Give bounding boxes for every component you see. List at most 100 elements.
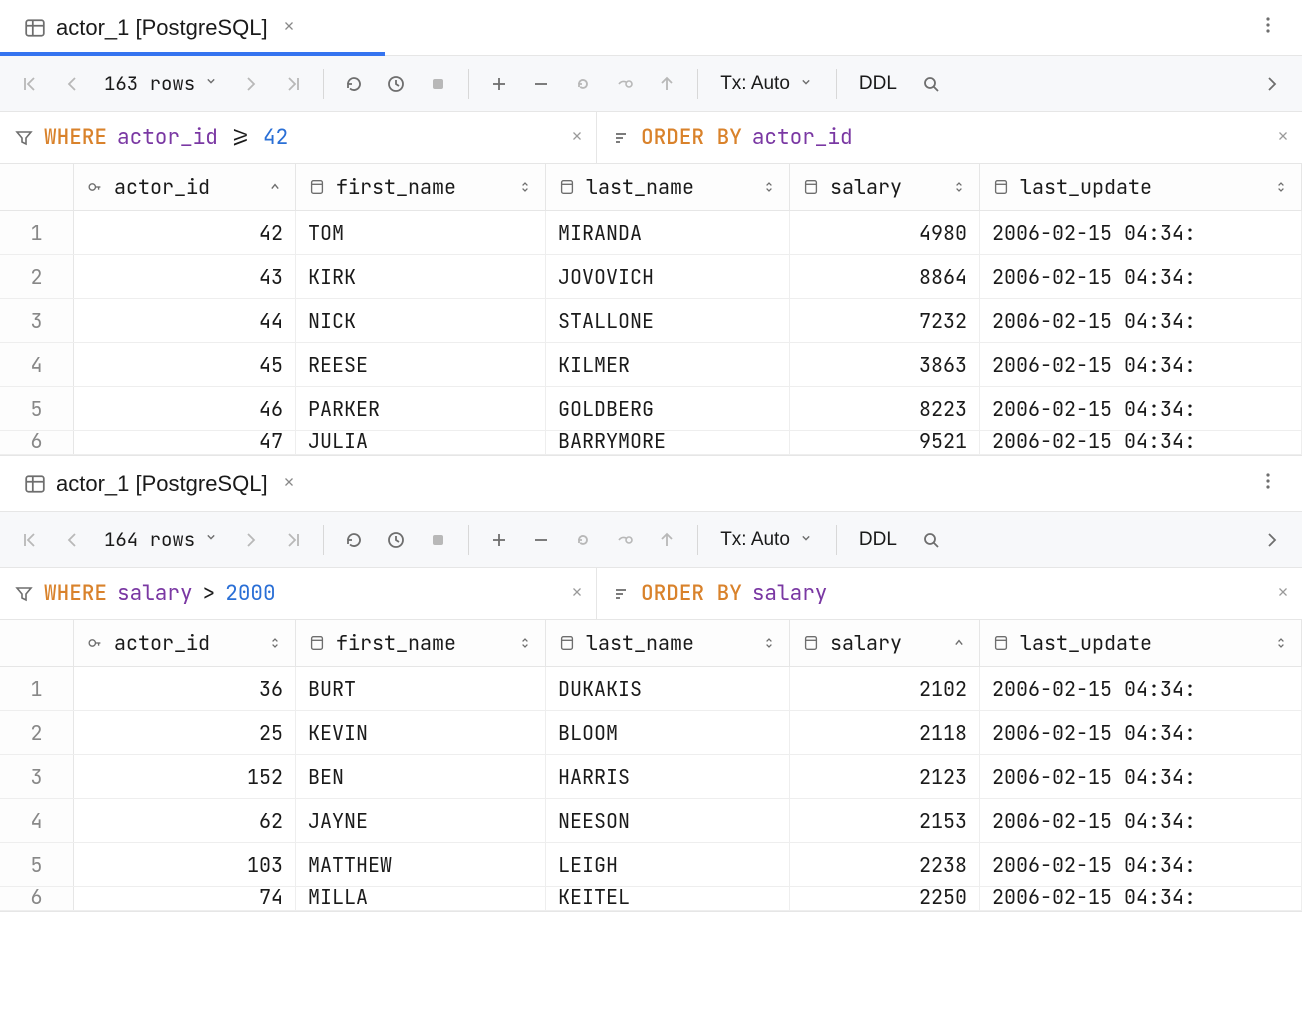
add-row-button[interactable] xyxy=(481,66,517,102)
delete-row-button[interactable] xyxy=(523,522,559,558)
sort-handle[interactable] xyxy=(517,635,533,651)
cell-salary[interactable]: 2102 xyxy=(790,667,980,710)
sort-indicator-asc[interactable] xyxy=(951,635,967,651)
cell-actor_id[interactable]: 103 xyxy=(74,843,296,886)
cell-last_name[interactable]: KEITEL xyxy=(546,887,790,910)
column-header-salary[interactable]: salary xyxy=(790,620,980,666)
first-page-button[interactable] xyxy=(12,66,48,102)
cell-first_name[interactable]: JAYNE xyxy=(296,799,546,842)
cell-last_name[interactable]: LEIGH xyxy=(546,843,790,886)
submit-button[interactable] xyxy=(649,66,685,102)
cell-actor_id[interactable]: 74 xyxy=(74,887,296,910)
cell-first_name[interactable]: BURT xyxy=(296,667,546,710)
table-row[interactable]: 2 25 KEVIN BLOOM 2118 2006-02-15 04:34: xyxy=(0,711,1302,755)
cell-salary[interactable]: 4980 xyxy=(790,211,980,254)
next-page-button[interactable] xyxy=(233,522,269,558)
cell-first_name[interactable]: REESE xyxy=(296,343,546,386)
cell-last_update[interactable]: 2006-02-15 04:34: xyxy=(980,667,1302,710)
column-header-salary[interactable]: salary xyxy=(790,164,980,210)
cell-actor_id[interactable]: 36 xyxy=(74,667,296,710)
cell-first_name[interactable]: KIRK xyxy=(296,255,546,298)
cell-salary[interactable]: 7232 xyxy=(790,299,980,342)
row-count-dropdown[interactable]: 164 rows xyxy=(96,527,227,552)
table-row[interactable]: 5 46 PARKER GOLDBERG 8223 2006-02-15 04:… xyxy=(0,387,1302,431)
clear-orderby-icon[interactable] xyxy=(1276,583,1290,604)
first-page-button[interactable] xyxy=(12,522,48,558)
tx-mode-dropdown[interactable]: Tx: Auto xyxy=(710,73,824,95)
cell-actor_id[interactable]: 47 xyxy=(74,431,296,454)
sort-handle[interactable] xyxy=(1273,635,1289,651)
cell-actor_id[interactable]: 42 xyxy=(74,211,296,254)
cell-last_name[interactable]: DUKAKIS xyxy=(546,667,790,710)
cell-first_name[interactable]: KEVIN xyxy=(296,711,546,754)
revert-button[interactable] xyxy=(565,522,601,558)
sort-handle[interactable] xyxy=(761,179,777,195)
cell-last_update[interactable]: 2006-02-15 04:34: xyxy=(980,755,1302,798)
table-row[interactable]: 4 45 REESE KILMER 3863 2006-02-15 04:34: xyxy=(0,343,1302,387)
table-row[interactable]: 3 44 NICK STALLONE 7232 2006-02-15 04:34… xyxy=(0,299,1302,343)
cancel-query-button[interactable] xyxy=(420,522,456,558)
cell-last_name[interactable]: JOVOVICH xyxy=(546,255,790,298)
cell-last_update[interactable]: 2006-02-15 04:34: xyxy=(980,431,1302,454)
sort-handle[interactable] xyxy=(951,179,967,195)
clear-filter-icon[interactable] xyxy=(570,127,584,148)
delete-row-button[interactable] xyxy=(523,66,559,102)
filter-field[interactable]: WHERE actor_id >= 42 xyxy=(0,112,597,163)
cell-actor_id[interactable]: 44 xyxy=(74,299,296,342)
column-header-first_name[interactable]: first_name xyxy=(296,620,546,666)
cell-actor_id[interactable]: 45 xyxy=(74,343,296,386)
table-row[interactable]: 3 152 BEN HARRIS 2123 2006-02-15 04:34: xyxy=(0,755,1302,799)
tab-options-icon[interactable] xyxy=(1244,463,1292,505)
cell-salary[interactable]: 8223 xyxy=(790,387,980,430)
cell-last_update[interactable]: 2006-02-15 04:34: xyxy=(980,711,1302,754)
table-row[interactable]: 5 103 MATTHEW LEIGH 2238 2006-02-15 04:3… xyxy=(0,843,1302,887)
cell-first_name[interactable]: JULIA xyxy=(296,431,546,454)
last-page-button[interactable] xyxy=(275,522,311,558)
cell-salary[interactable]: 3863 xyxy=(790,343,980,386)
tab-actor_1[interactable]: actor_1 [PostgreSQL] xyxy=(10,0,314,55)
revert-button[interactable] xyxy=(565,66,601,102)
tab-close-icon[interactable] xyxy=(278,469,300,498)
row-count-dropdown[interactable]: 163 rows xyxy=(96,71,227,96)
cell-last_name[interactable]: BLOOM xyxy=(546,711,790,754)
cell-actor_id[interactable]: 46 xyxy=(74,387,296,430)
cell-salary[interactable]: 2238 xyxy=(790,843,980,886)
column-header-last_update[interactable]: last_update xyxy=(980,620,1302,666)
cell-first_name[interactable]: NICK xyxy=(296,299,546,342)
column-header-last_name[interactable]: last_name xyxy=(546,164,790,210)
sort-indicator-asc[interactable] xyxy=(267,179,283,195)
column-header-last_name[interactable]: last_name xyxy=(546,620,790,666)
table-row[interactable]: 1 36 BURT DUKAKIS 2102 2006-02-15 04:34: xyxy=(0,667,1302,711)
sort-handle[interactable] xyxy=(517,179,533,195)
cell-salary[interactable]: 9521 xyxy=(790,431,980,454)
cell-last_update[interactable]: 2006-02-15 04:34: xyxy=(980,299,1302,342)
cancel-query-button[interactable] xyxy=(420,66,456,102)
cell-last_name[interactable]: HARRIS xyxy=(546,755,790,798)
table-row[interactable]: 4 62 JAYNE NEESON 2153 2006-02-15 04:34: xyxy=(0,799,1302,843)
orderby-field[interactable]: ORDER BY salary xyxy=(597,568,1302,619)
auto-refresh-button[interactable] xyxy=(378,522,414,558)
table-row[interactable]: 1 42 TOM MIRANDA 4980 2006-02-15 04:34: xyxy=(0,211,1302,255)
cell-actor_id[interactable]: 25 xyxy=(74,711,296,754)
preview-changes-button[interactable] xyxy=(607,522,643,558)
more-toolbar-button[interactable] xyxy=(1254,66,1290,102)
cell-first_name[interactable]: BEN xyxy=(296,755,546,798)
cell-last_name[interactable]: KILMER xyxy=(546,343,790,386)
table-row[interactable]: 6 74 MILLA KEITEL 2250 2006-02-15 04:34: xyxy=(0,887,1302,911)
tab-close-icon[interactable] xyxy=(278,13,300,42)
cell-first_name[interactable]: MILLA xyxy=(296,887,546,910)
orderby-field[interactable]: ORDER BY actor_id xyxy=(597,112,1302,163)
ddl-button[interactable]: DDL xyxy=(849,529,907,551)
tab-actor_1[interactable]: actor_1 [PostgreSQL] xyxy=(10,456,314,511)
cell-first_name[interactable]: TOM xyxy=(296,211,546,254)
search-button[interactable] xyxy=(913,522,949,558)
table-row[interactable]: 2 43 KIRK JOVOVICH 8864 2006-02-15 04:34… xyxy=(0,255,1302,299)
sort-handle[interactable] xyxy=(267,635,283,651)
cell-actor_id[interactable]: 62 xyxy=(74,799,296,842)
ddl-button[interactable]: DDL xyxy=(849,73,907,95)
prev-page-button[interactable] xyxy=(54,522,90,558)
column-header-actor_id[interactable]: actor_id xyxy=(74,164,296,210)
clear-orderby-icon[interactable] xyxy=(1276,127,1290,148)
cell-actor_id[interactable]: 43 xyxy=(74,255,296,298)
clear-filter-icon[interactable] xyxy=(570,583,584,604)
